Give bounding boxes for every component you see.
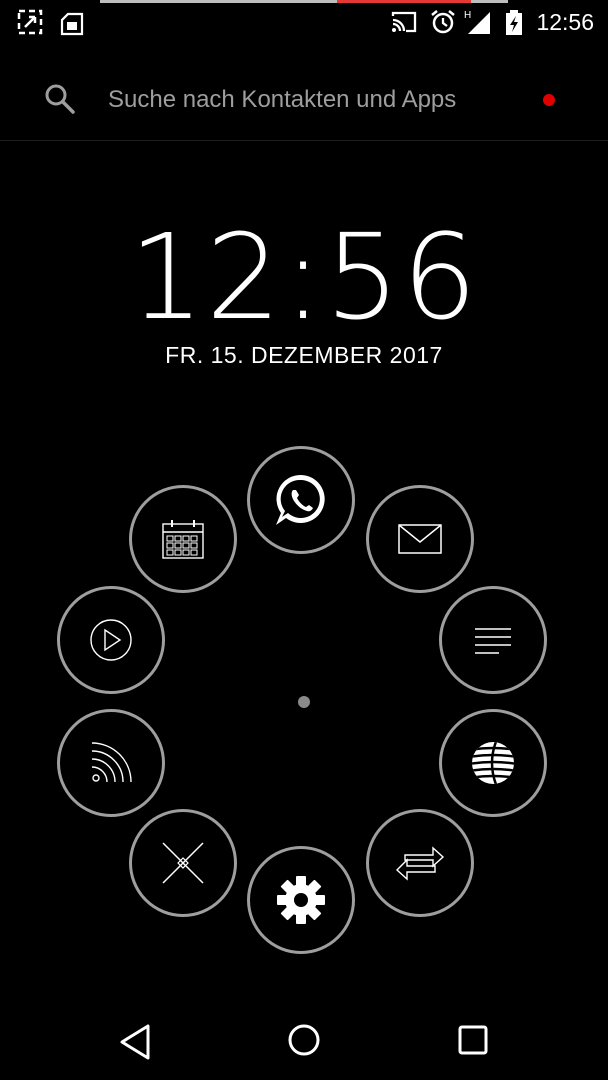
status-progress-track xyxy=(100,0,508,3)
clock-time[interactable]: 12:56 xyxy=(0,212,608,342)
app-tools[interactable] xyxy=(129,809,237,917)
clock-date[interactable]: FR. 15. DEZEMBER 2017 xyxy=(0,341,608,369)
status-time: 12:56 xyxy=(536,9,594,35)
alarm-icon xyxy=(431,10,455,34)
app-sync[interactable] xyxy=(366,809,474,917)
tools-cross-icon xyxy=(162,842,204,884)
whatsapp-icon xyxy=(276,474,325,525)
app-att[interactable] xyxy=(439,709,547,817)
wifi-cast-icon xyxy=(91,742,132,783)
home-circle-icon[interactable] xyxy=(284,1020,324,1060)
signal-icon: H xyxy=(464,10,490,34)
network-type-label: H xyxy=(464,10,471,21)
search-icon[interactable] xyxy=(43,82,77,116)
att-globe-icon xyxy=(472,742,514,784)
app-calendar[interactable] xyxy=(129,485,237,593)
status-progress-fill xyxy=(337,0,471,3)
mail-icon xyxy=(398,524,442,554)
app-mail[interactable] xyxy=(366,485,474,593)
battery-charging-icon xyxy=(506,10,522,35)
search-bar[interactable] xyxy=(0,60,608,140)
app-whatsapp[interactable] xyxy=(247,446,355,554)
app-settings[interactable] xyxy=(247,846,355,954)
notes-icon xyxy=(475,628,511,654)
notification-dot xyxy=(543,94,555,106)
settings-gear-icon xyxy=(277,876,325,924)
back-triangle-icon[interactable] xyxy=(116,1022,156,1062)
cast-icon xyxy=(391,11,417,33)
app-play[interactable] xyxy=(57,586,165,694)
sync-arrows-icon xyxy=(395,846,445,881)
status-bar: H 12:56 xyxy=(0,0,608,44)
search-input[interactable] xyxy=(108,82,508,118)
calendar-icon xyxy=(162,520,204,559)
recents-square-icon[interactable] xyxy=(453,1020,493,1060)
play-icon xyxy=(90,619,132,661)
navigation-bar xyxy=(0,1000,608,1080)
screenshot-expand-icon xyxy=(17,9,43,35)
ring-center-dot xyxy=(298,696,310,708)
app-notes[interactable] xyxy=(439,586,547,694)
sim-card-icon xyxy=(60,12,84,36)
app-wifi-cast[interactable] xyxy=(57,709,165,817)
search-divider xyxy=(0,140,608,141)
